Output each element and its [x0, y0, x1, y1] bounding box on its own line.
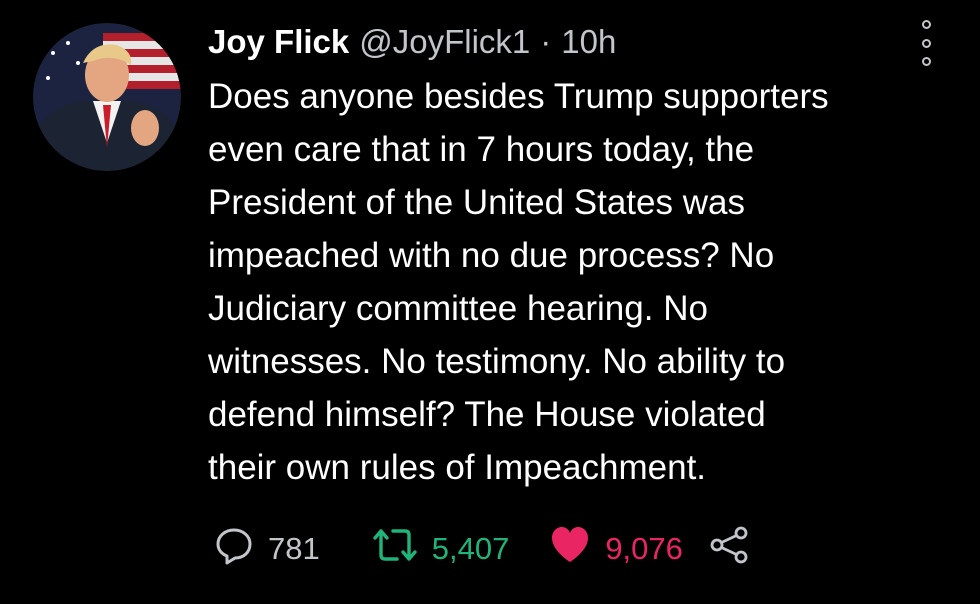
- retweet-count: 5,407: [431, 531, 510, 566]
- tweet-text: Does anyone besides Trump supporters eve…: [208, 77, 829, 487]
- user-handle[interactable]: @JoyFlick1: [359, 23, 530, 61]
- reply-count: 781: [268, 531, 320, 566]
- more-dot: [921, 38, 931, 48]
- display-name[interactable]: Joy Flick: [208, 23, 349, 61]
- like-count: 9,076: [605, 531, 683, 566]
- avatar[interactable]: [33, 23, 181, 171]
- like-button[interactable]: 9,076: [549, 525, 683, 573]
- more-dot: [921, 20, 931, 29]
- timestamp[interactable]: 10h: [561, 23, 616, 61]
- retweet-button[interactable]: 5,407: [372, 525, 510, 573]
- reply-button[interactable]: 781: [214, 525, 320, 573]
- tweet-header: Joy Flick @JoyFlick1 · 10h: [208, 14, 616, 70]
- share-button[interactable]: [709, 525, 749, 573]
- share-icon: [709, 525, 749, 573]
- retweet-icon: [372, 525, 418, 573]
- more-dot: [921, 57, 931, 66]
- reply-icon: [214, 525, 254, 573]
- separator-dot: ·: [540, 23, 552, 60]
- tweet[interactable]: Joy Flick @JoyFlick1 · 10h Does anyone b…: [0, 0, 980, 604]
- heart-icon: [549, 525, 591, 573]
- more-options-icon[interactable]: [915, 20, 937, 66]
- tweet-actions: 781 5,407 9,076: [214, 522, 749, 576]
- avatar-image: [33, 23, 181, 171]
